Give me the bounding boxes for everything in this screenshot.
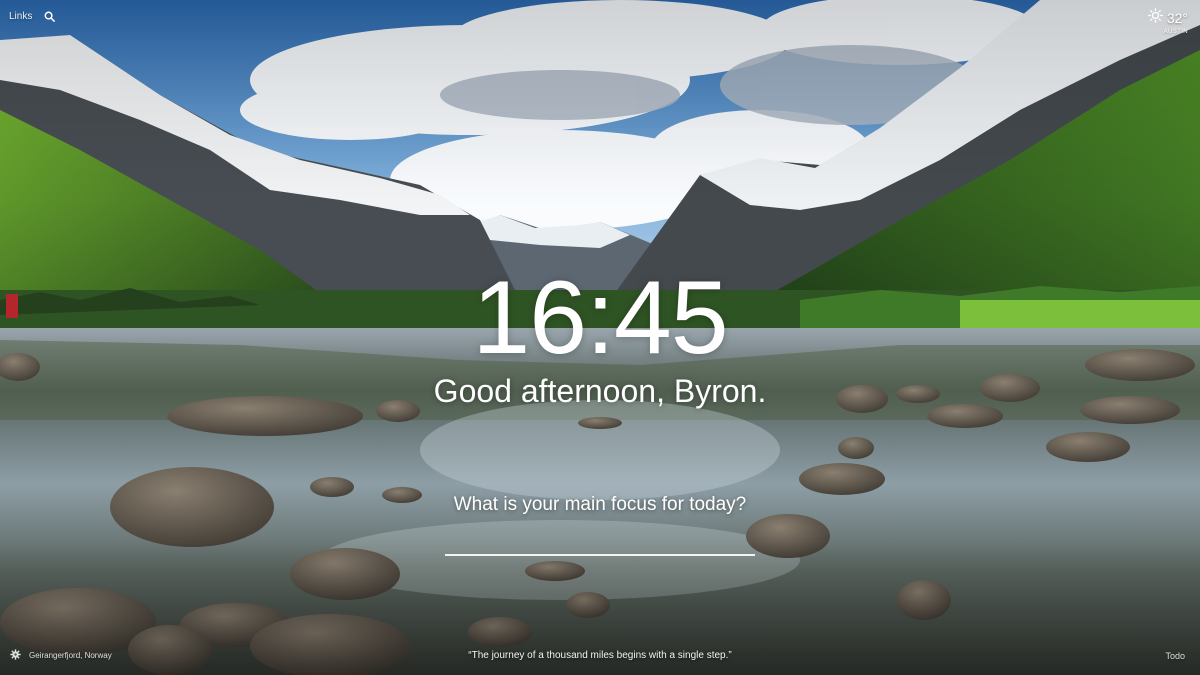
sun-icon bbox=[1147, 8, 1163, 28]
search-icon[interactable] bbox=[44, 11, 56, 22]
temperature: 32° bbox=[1166, 10, 1188, 26]
clock: 16:45 bbox=[472, 260, 728, 376]
weather-location: AUSTIN bbox=[1163, 29, 1188, 35]
links-button[interactable]: Links bbox=[9, 11, 32, 22]
weather-widget[interactable]: 32° AUSTIN bbox=[1147, 8, 1188, 35]
daily-quote: “The journey of a thousand miles begins … bbox=[468, 650, 732, 661]
top-left-bar: Links bbox=[9, 11, 56, 22]
todo-button[interactable]: Todo bbox=[1165, 651, 1185, 661]
greeting: Good afternoon, Byron. bbox=[433, 373, 767, 409]
focus-question: What is your main focus for today? bbox=[453, 494, 747, 515]
focus-input[interactable] bbox=[445, 530, 755, 556]
